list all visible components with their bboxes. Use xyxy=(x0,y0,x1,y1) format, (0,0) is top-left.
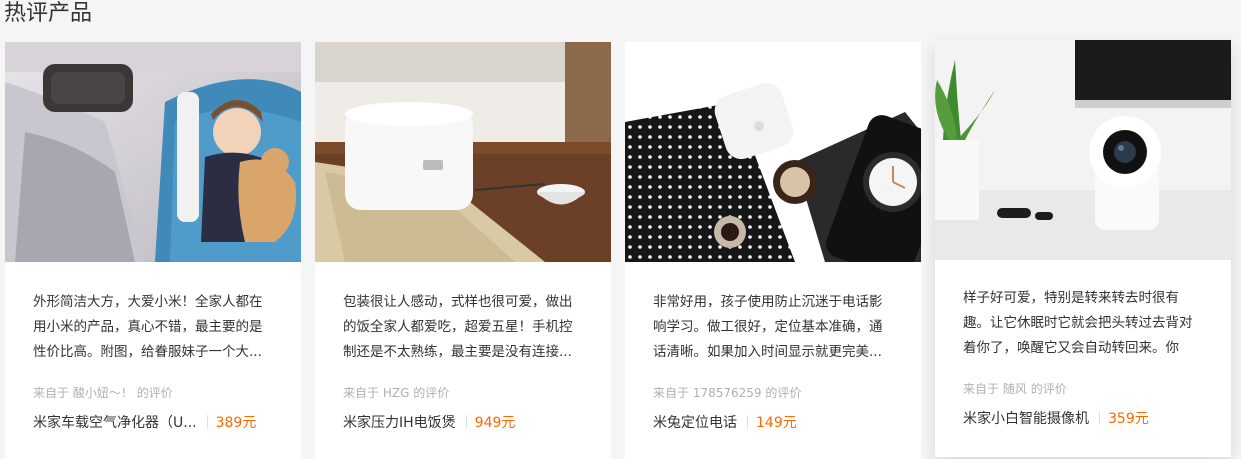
product-name[interactable]: 米家车载空气净化器（U... xyxy=(33,412,197,432)
review-author: 来自于 随风 的评价 xyxy=(963,380,1067,397)
review-text: 非常好用，孩子使用防止沉迷于电话影响学习。做工很好，定位基本准确，通话清晰。如果… xyxy=(653,294,883,360)
review-card[interactable]: 包装很让人感动，式样也很可爱，做出的饭全家人都爱吃，超爱五星！手机控制还是不太熟… xyxy=(315,42,611,459)
author-name: HZG xyxy=(382,386,410,400)
product-info[interactable]: 米兔定位电话 149元 xyxy=(653,411,797,433)
author-name: 178576259 xyxy=(692,386,762,400)
review-author: 来自于 HZG 的评价 xyxy=(343,384,449,401)
author-suffix: 的评价 xyxy=(136,386,173,400)
review-text: 样子好可爱，特别是转来转去时很有趣。让它休眠时它就会把头转过去背对着你了，唤醒它… xyxy=(963,290,1193,356)
author-prefix: 来自于 xyxy=(33,386,70,400)
review-author: 来自于 酸小妞～！ 的评价 xyxy=(33,384,173,401)
review-card[interactable]: 外形简洁大方，大爱小米！全家人都在用小米的产品，真心不错，最主要的是性价比高。附… xyxy=(5,42,301,459)
product-image[interactable] xyxy=(935,40,1231,260)
product-price: 389元 xyxy=(215,415,257,431)
product-image[interactable] xyxy=(5,42,301,262)
product-price: 359元 xyxy=(1108,411,1149,427)
divider xyxy=(206,415,208,429)
product-info[interactable]: 米家小白智能摄像机 359元 xyxy=(963,407,1149,429)
author-suffix: 的评价 xyxy=(765,386,802,400)
author-name: 随风 xyxy=(1002,382,1027,396)
divider xyxy=(747,415,748,429)
author-prefix: 来自于 xyxy=(343,386,380,400)
product-name[interactable]: 米家小白智能摄像机 xyxy=(963,408,1089,428)
product-name[interactable]: 米家压力IH电饭煲 xyxy=(343,412,456,432)
review-author: 来自于 178576259 的评价 xyxy=(653,384,801,401)
author-name: 酸小妞～！ xyxy=(72,386,133,400)
author-suffix: 的评价 xyxy=(1030,382,1067,396)
review-text: 外形简洁大方，大爱小米！全家人都在用小米的产品，真心不错，最主要的是性价比高。附… xyxy=(33,294,263,360)
section-title: 热评产品 xyxy=(4,1,93,26)
divider xyxy=(465,415,467,429)
review-card[interactable]: 样子好可爱，特别是转来转去时很有趣。让它休眠时它就会把头转过去背对着你了，唤醒它… xyxy=(935,40,1231,457)
divider xyxy=(1099,411,1100,425)
product-info[interactable]: 米家压力IH电饭煲 949元 xyxy=(343,411,515,433)
product-image[interactable] xyxy=(625,42,921,262)
author-suffix: 的评价 xyxy=(413,386,450,400)
review-text: 包装很让人感动，式样也很可爱，做出的饭全家人都爱吃，超爱五星！手机控制还是不太熟… xyxy=(343,294,573,360)
review-card[interactable]: 非常好用，孩子使用防止沉迷于电话影响学习。做工很好，定位基本准确，通话清晰。如果… xyxy=(625,42,921,459)
author-prefix: 来自于 xyxy=(653,386,690,400)
product-image[interactable] xyxy=(315,42,611,262)
product-info[interactable]: 米家车载空气净化器（U... 389元 xyxy=(33,411,256,433)
product-price: 949元 xyxy=(474,415,516,431)
product-price: 149元 xyxy=(756,415,797,431)
author-prefix: 来自于 xyxy=(963,382,1000,396)
product-name[interactable]: 米兔定位电话 xyxy=(653,412,737,432)
